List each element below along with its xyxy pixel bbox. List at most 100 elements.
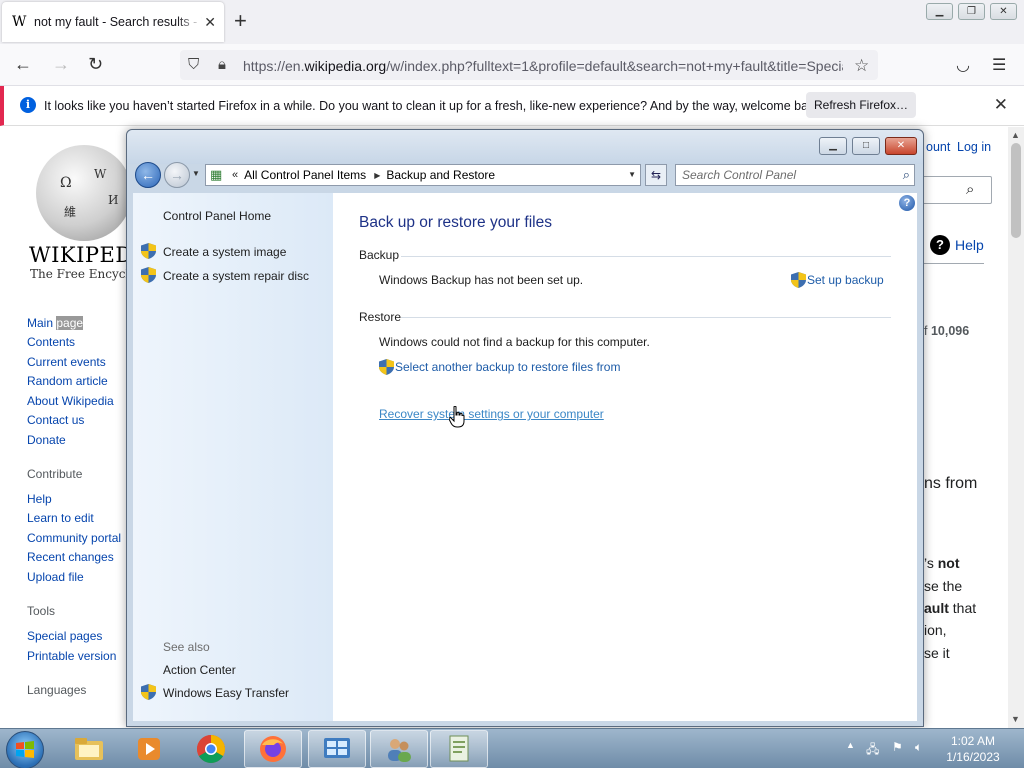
new-tab-button[interactable]: + [234, 10, 247, 32]
system-clock[interactable]: 1:02 AM 1/16/2023 [940, 733, 1006, 765]
recent-pages-chevron-icon[interactable]: ▼ [192, 169, 200, 178]
browser-nav-bar: ← → ↻ ⛉ 🔒︎ https://en.wikipedia.org/w/in… [0, 44, 1024, 86]
result-snippet: se it [924, 645, 950, 661]
page-scrollbar[interactable]: ▲ ▼ [1008, 127, 1024, 728]
create-account-link[interactable]: ount [926, 140, 950, 154]
browser-tab-bar: W not my fault - Search results - Wikipe… [0, 0, 1024, 44]
url-text[interactable]: https://en.wikipedia.org/w/index.php?ful… [243, 58, 843, 74]
help-icon[interactable]: ? [930, 235, 950, 255]
create-repair-disc-link[interactable]: Create a system repair disc [163, 269, 309, 283]
wikipedia-favicon-icon: W [12, 14, 27, 30]
taskbar-firefox[interactable] [244, 730, 302, 768]
nav-recent-changes[interactable]: Recent changes [27, 550, 114, 564]
menu-hamburger-icon[interactable]: ☰ [992, 55, 1006, 75]
cp-close-button[interactable]: ✕ [885, 137, 917, 155]
url-bar[interactable]: ⛉ 🔒︎ https://en.wikipedia.org/w/index.ph… [180, 50, 878, 80]
action-center-flag-icon[interactable]: ⚑ [892, 740, 903, 754]
tab-title: not my fault - Search results - Wikipedi… [34, 15, 202, 29]
nav-community-portal[interactable]: Community portal [27, 531, 121, 545]
nav-learn-to-edit[interactable]: Learn to edit [27, 511, 94, 525]
select-another-backup-link[interactable]: Select another backup to restore files f… [395, 360, 620, 374]
browser-tab[interactable]: W not my fault - Search results - Wikipe… [2, 2, 224, 42]
breadcrumb-all-items[interactable]: All Control Panel Items [244, 168, 366, 182]
breadcrumb-separator-icon[interactable]: ▶ [374, 171, 380, 180]
scroll-down-icon[interactable]: ▼ [1011, 714, 1020, 724]
cp-back-button[interactable]: ← [135, 162, 161, 188]
action-center-link[interactable]: Action Center [163, 663, 236, 677]
address-dropdown-icon[interactable]: ▼ [628, 170, 636, 179]
windows-logo-icon [16, 741, 34, 758]
cp-refresh-icon[interactable]: ⇆ [645, 164, 667, 186]
scroll-up-icon[interactable]: ▲ [1011, 130, 1020, 140]
taskbar-media-player[interactable] [120, 730, 178, 768]
taskbar-user-accounts[interactable] [370, 730, 428, 768]
show-hidden-icons-icon[interactable]: ▲ [846, 740, 855, 750]
windows-easy-transfer-link[interactable]: Windows Easy Transfer [163, 686, 289, 700]
window-title-bar[interactable]: ▁ □ ✕ [127, 130, 923, 164]
lock-icon[interactable]: 🔒︎ [218, 56, 226, 73]
bookmark-star-icon[interactable]: ☆ [854, 56, 869, 76]
nav-contact-us[interactable]: Contact us [27, 413, 84, 427]
search-icon[interactable]: ⌕ [903, 167, 910, 183]
close-button[interactable]: ✕ [990, 3, 1017, 20]
help-link[interactable]: Help [955, 237, 984, 253]
nav-main-page[interactable]: Main page [27, 316, 84, 330]
taskbar-chrome[interactable] [182, 730, 240, 768]
cp-forward-button[interactable]: → [164, 162, 190, 188]
help-icon[interactable]: ? [899, 195, 915, 211]
scroll-thumb[interactable] [1011, 143, 1021, 238]
control-panel-home-link[interactable]: Control Panel Home [163, 209, 271, 223]
cp-minimize-button[interactable]: ▁ [819, 137, 847, 155]
result-snippet: ’s not [924, 555, 960, 571]
hand-cursor-icon [449, 406, 465, 428]
tab-close-icon[interactable]: ✕ [204, 14, 216, 31]
pocket-icon[interactable]: ◡ [956, 55, 970, 75]
nav-about-wikipedia[interactable]: About Wikipedia [27, 394, 114, 408]
wikipedia-globe-logo[interactable]: Ω W 維 И [36, 145, 132, 241]
nav-printable-version[interactable]: Printable version [27, 649, 116, 663]
clock-date: 1/16/2023 [946, 750, 1000, 764]
minimize-button[interactable]: ▁ [926, 3, 953, 20]
nav-upload-file[interactable]: Upload file [27, 570, 84, 584]
search-icon[interactable]: ⌕ [966, 181, 974, 198]
recover-system-settings-link[interactable]: Recover system settings or your computer [379, 407, 604, 421]
volume-icon[interactable]: 🔈︎ [915, 740, 922, 755]
backup-restore-window: ▁ □ ✕ ← → ▼ ▦ « All Control Panel Items … [126, 129, 924, 727]
restore-button[interactable]: ❐ [958, 3, 985, 20]
close-notification-icon[interactable]: ✕ [994, 95, 1008, 115]
document-icon [449, 735, 469, 762]
divider [401, 317, 891, 318]
overflow-chevron-icon[interactable]: « [232, 169, 238, 181]
nav-donate[interactable]: Donate [27, 433, 66, 447]
refresh-firefox-button[interactable]: Refresh Firefox… [806, 92, 916, 118]
nav-contents[interactable]: Contents [27, 335, 75, 349]
firefox-icon [260, 736, 286, 762]
cp-maximize-button[interactable]: □ [852, 137, 880, 155]
back-arrow-icon[interactable]: ← [14, 54, 32, 75]
wiki-search-box[interactable]: ⌕ [924, 176, 992, 204]
nav-current-events[interactable]: Current events [27, 355, 106, 369]
cp-address-bar[interactable]: ▦ « All Control Panel Items ▶ Backup and… [205, 164, 641, 186]
nav-special-pages[interactable]: Special pages [27, 629, 102, 643]
taskbar-control-panel[interactable] [308, 730, 366, 768]
taskbar-backup[interactable] [430, 730, 488, 768]
restore-status: Windows could not find a backup for this… [379, 335, 650, 349]
reload-icon[interactable]: ↻ [88, 54, 103, 75]
restore-section-heading: Restore [359, 310, 402, 324]
nav-random-article[interactable]: Random article [27, 374, 108, 388]
info-icon: i [20, 97, 36, 113]
set-up-backup-link[interactable]: Set up backup [807, 273, 884, 287]
cp-search-box[interactable]: ⌕ [675, 164, 915, 186]
taskbar-explorer[interactable] [60, 730, 118, 768]
forward-arrow-icon[interactable]: → [52, 54, 70, 75]
nav-help[interactable]: Help [27, 492, 52, 506]
start-button[interactable] [6, 731, 44, 768]
contribute-heading: Contribute [27, 467, 83, 481]
network-icon[interactable]: 🖧︎ [866, 740, 879, 761]
cp-search-input[interactable] [682, 166, 892, 184]
tracking-shield-icon[interactable]: ⛉ [188, 56, 199, 73]
cp-content: Control Panel Home Create a system image… [133, 193, 917, 721]
breadcrumb-backup-restore[interactable]: Backup and Restore [386, 168, 495, 182]
create-system-image-link[interactable]: Create a system image [163, 245, 286, 259]
login-link[interactable]: Log in [957, 140, 991, 154]
